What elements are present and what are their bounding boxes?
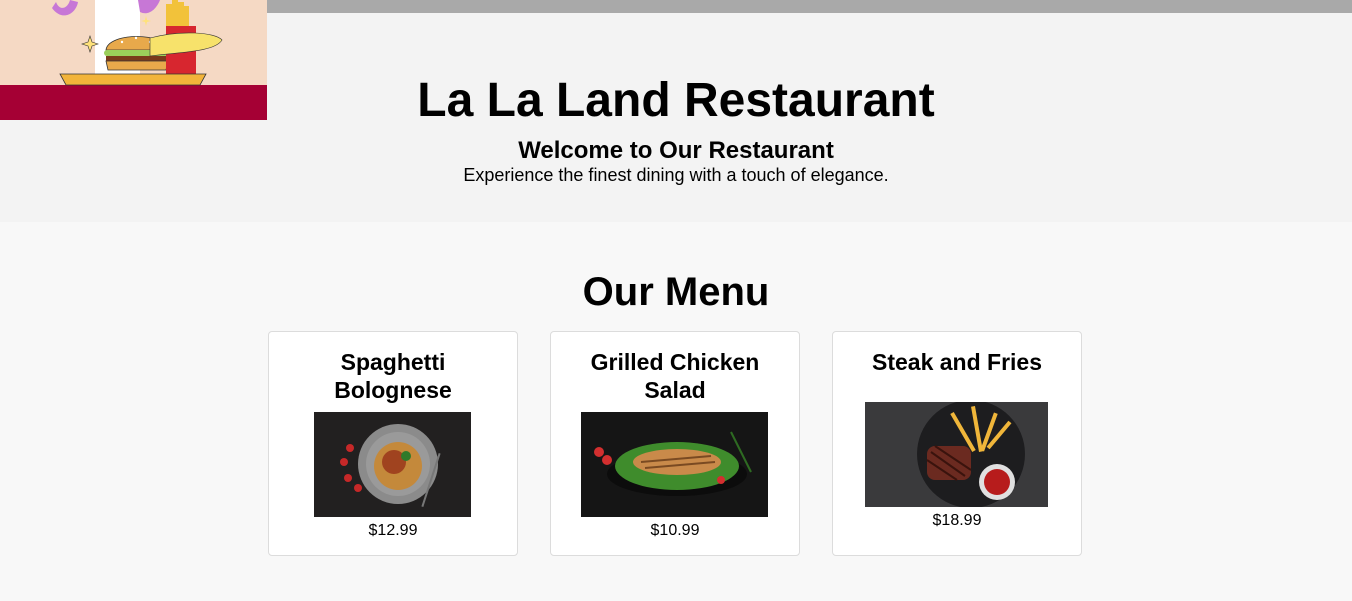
tagline: Experience the finest dining with a touc… <box>463 165 889 185</box>
menu-item-price: $12.99 <box>368 522 418 539</box>
menu-item-price: $18.99 <box>932 512 982 529</box>
burger-fries-logo-icon <box>0 0 267 120</box>
menu-item-name: Grilled Chicken Salad <box>590 349 760 403</box>
menu-card-spaghetti[interactable]: Spaghetti Bolognese $12.99 <box>268 331 518 556</box>
top-bar <box>267 0 1352 13</box>
steak-fries-image <box>865 402 1048 507</box>
chicken-salad-image <box>581 412 768 517</box>
menu-card-steak-fries[interactable]: Steak and Fries $18.99 <box>832 331 1082 556</box>
menu-item-price: $10.99 <box>650 522 700 539</box>
spaghetti-image <box>314 412 471 517</box>
menu-item-name: Spaghetti Bolognese <box>334 349 452 403</box>
restaurant-logo <box>0 0 267 120</box>
welcome-heading: Welcome to Our Restaurant <box>518 137 834 164</box>
menu-card-chicken-salad[interactable]: Grilled Chicken Salad $10.99 <box>550 331 800 556</box>
menu-heading: Our Menu <box>582 270 770 314</box>
menu-item-name: Steak and Fries <box>871 349 1043 375</box>
